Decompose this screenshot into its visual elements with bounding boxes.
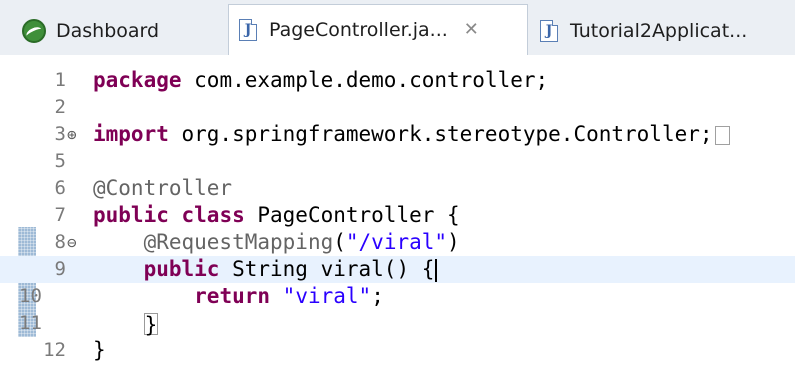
line-number: 7 xyxy=(54,204,66,226)
tab-pagecontroller[interactable]: J PageController.ja... ✕ xyxy=(228,4,528,55)
code-token: @Controller xyxy=(93,176,233,200)
code-token: package xyxy=(93,68,182,92)
code-text: } xyxy=(93,337,106,364)
code-token: String viral() { xyxy=(219,257,435,281)
code-token: PageController { xyxy=(244,203,460,227)
code-line[interactable]: 7 public class PageController { xyxy=(0,202,795,229)
dashboard-icon xyxy=(22,18,46,43)
code-line[interactable]: 10 return "viral"; xyxy=(0,283,795,310)
line-number: 5 xyxy=(54,150,66,172)
code-text: return "viral"; xyxy=(93,283,384,310)
code-text: import org.springframework.stereotype.Co… xyxy=(93,121,730,148)
line-number: 8 xyxy=(54,231,66,253)
line-number: 3 xyxy=(54,123,66,145)
line-number: 9 xyxy=(54,258,66,280)
code-token: @RequestMapping xyxy=(143,230,334,254)
editor-tab-bar: Dashboard J PageController.ja... ✕ J Tut… xyxy=(0,0,795,55)
matching-bracket: } xyxy=(143,313,159,337)
tab-tutorial2application[interactable]: J Tutorial2Applicat... xyxy=(532,6,795,55)
code-token: return xyxy=(194,284,271,308)
code-line[interactable]: 8 ⊖ @RequestMapping("/viral") xyxy=(0,229,795,256)
line-number: 2 xyxy=(54,96,66,118)
code-token: ; xyxy=(371,284,384,308)
line-number: 10 xyxy=(19,285,42,307)
code-line[interactable]: 9 public String viral() { xyxy=(0,256,795,283)
folded-imports-marker[interactable] xyxy=(714,125,730,145)
code-text: public class PageController { xyxy=(93,202,460,229)
code-token: ( xyxy=(333,230,346,254)
code-text: @RequestMapping("/viral") xyxy=(93,229,460,256)
code-token: com.example.demo.controller; xyxy=(181,68,549,92)
java-file-icon: J xyxy=(239,19,257,41)
code-line[interactable]: 11 } xyxy=(0,310,795,337)
code-token: import xyxy=(93,122,169,146)
line-number: 6 xyxy=(54,177,66,199)
code-text: package com.example.demo.controller; xyxy=(93,67,548,94)
code-text: public String viral() { xyxy=(93,256,438,283)
code-text: @Controller xyxy=(93,175,232,202)
code-line[interactable]: 3 ⊕ import org.springframework.stereotype.… xyxy=(0,121,795,148)
code-line[interactable]: 6 @Controller xyxy=(0,175,795,202)
code-token: } xyxy=(93,338,106,362)
line-number: 12 xyxy=(43,339,66,361)
tab-dashboard[interactable]: Dashboard xyxy=(0,6,222,55)
code-line[interactable]: 1 package com.example.demo.controller; xyxy=(0,67,795,94)
code-token: public xyxy=(143,257,220,281)
tab-label: PageController.ja... xyxy=(269,19,448,41)
code-token: "/viral" xyxy=(345,230,448,254)
close-tab-icon[interactable]: ✕ xyxy=(464,21,479,39)
code-text: } xyxy=(93,310,159,337)
tab-label: Dashboard xyxy=(56,19,160,42)
code-line[interactable]: 5 xyxy=(0,148,795,175)
code-token: org.springframework.stereotype.Controlle… xyxy=(168,122,713,146)
expand-fold-icon[interactable]: ⊕ xyxy=(67,121,77,148)
line-number: 1 xyxy=(54,69,66,91)
collapse-fold-icon[interactable]: ⊖ xyxy=(67,229,77,256)
code-token: ) xyxy=(447,230,460,254)
code-token: class xyxy=(181,203,245,227)
java-file-icon: J xyxy=(540,19,558,42)
code-line[interactable]: 2 xyxy=(0,94,795,121)
text-cursor xyxy=(435,258,438,282)
code-line[interactable]: 12} xyxy=(0,337,795,364)
tab-label: Tutorial2Applicat... xyxy=(570,19,748,42)
code-editor[interactable]: 1 package com.example.demo.controller; 2 3 ⊕… xyxy=(0,55,795,389)
code-token: "viral" xyxy=(282,284,372,308)
code-token: public xyxy=(93,203,169,227)
line-number: 11 xyxy=(19,312,42,334)
